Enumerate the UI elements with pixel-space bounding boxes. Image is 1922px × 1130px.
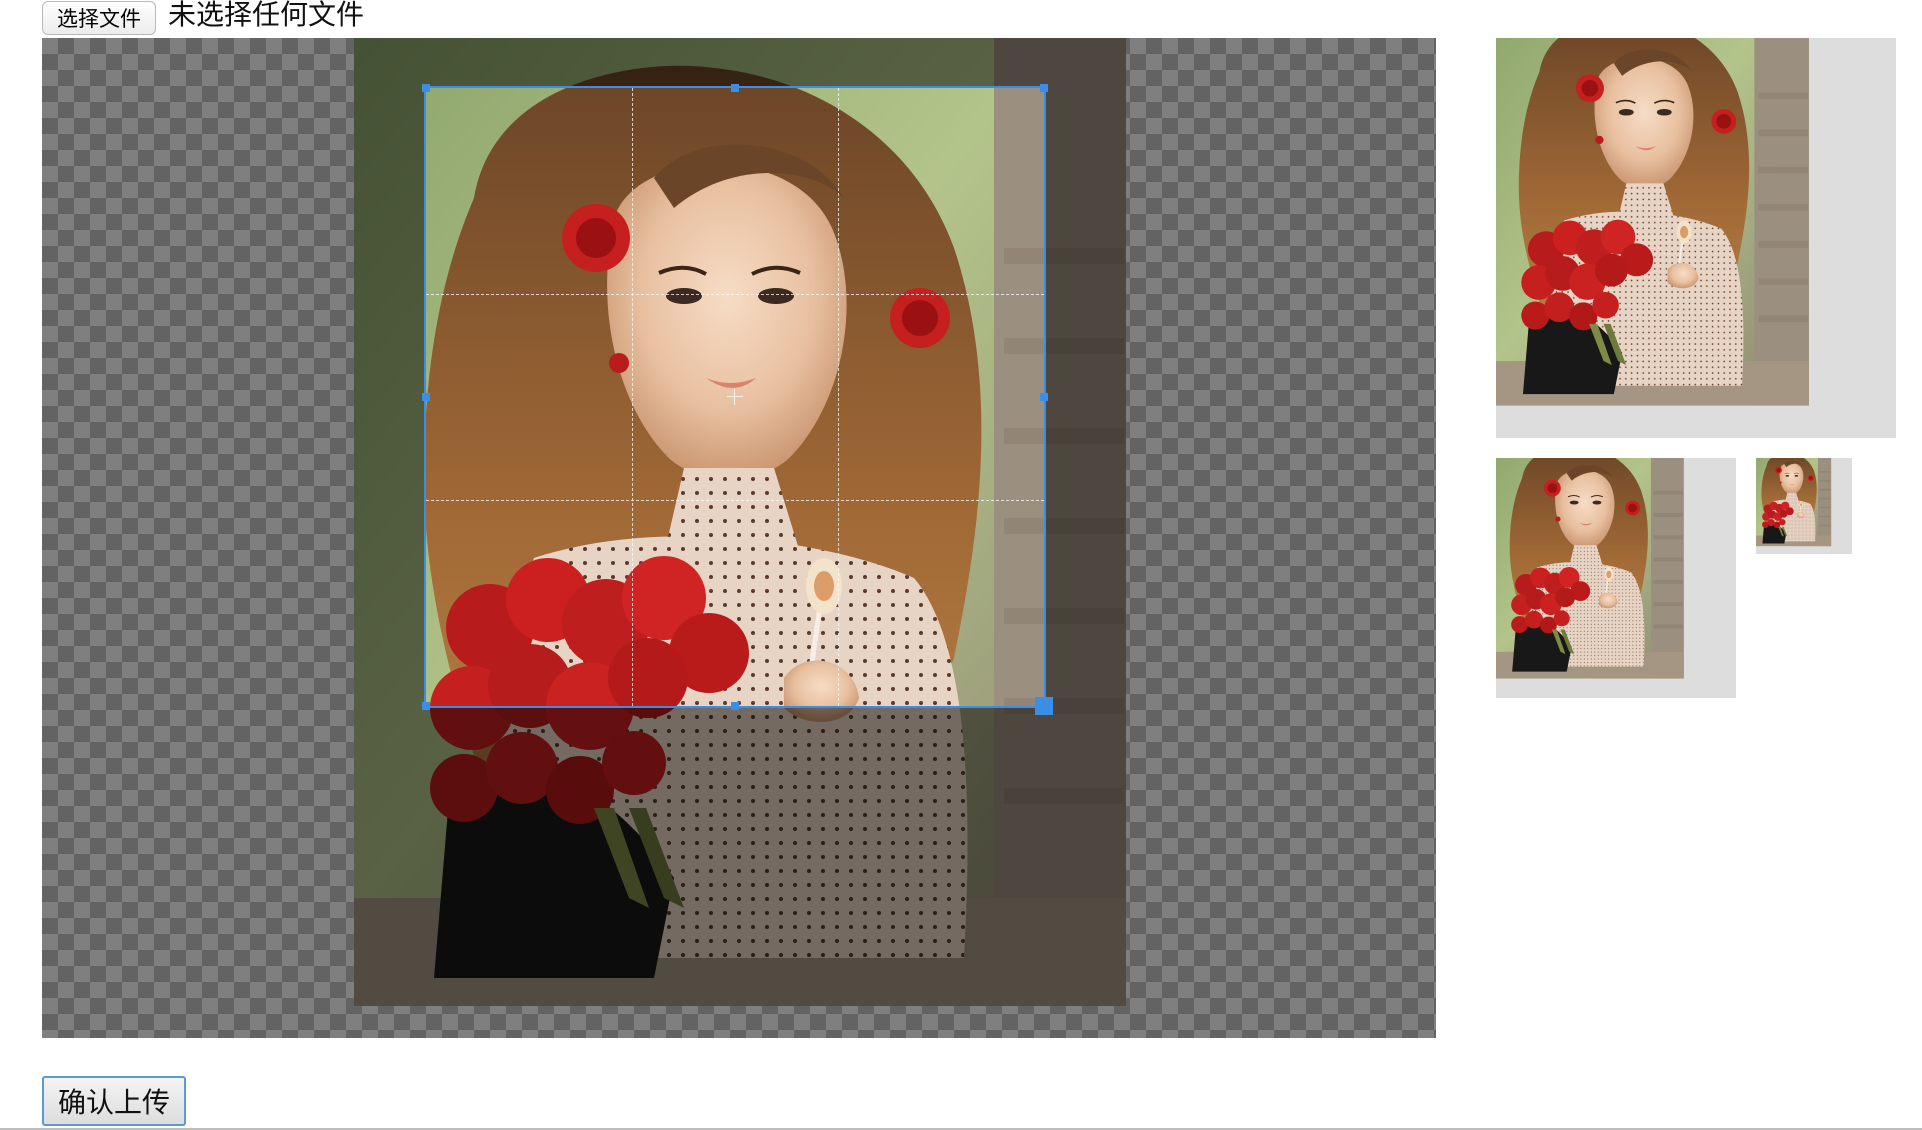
preview-small	[1756, 458, 1852, 554]
crop-handle-top[interactable]	[731, 84, 739, 92]
choose-file-button[interactable]: 选择文件	[42, 1, 156, 35]
file-status-text: 未选择任何文件	[168, 0, 365, 31]
preview-medium	[1496, 458, 1736, 698]
crop-handle-bottom-right[interactable]	[1035, 697, 1053, 715]
crop-photo-view	[426, 88, 1044, 706]
crop-handle-top-left[interactable]	[422, 84, 430, 92]
crop-handle-left[interactable]	[422, 393, 430, 401]
confirm-upload-button[interactable]: 确认上传	[42, 1076, 186, 1126]
crop-handle-bottom[interactable]	[731, 702, 739, 710]
preview-large	[1496, 38, 1896, 438]
file-chooser: 选择文件 未选择任何文件	[42, 0, 364, 36]
crop-selection-box[interactable]	[424, 86, 1046, 708]
crop-handle-top-right[interactable]	[1040, 84, 1048, 92]
cropper-stage[interactable]	[42, 38, 1436, 1038]
crop-handle-bottom-left[interactable]	[422, 702, 430, 710]
crop-handle-right[interactable]	[1040, 393, 1048, 401]
